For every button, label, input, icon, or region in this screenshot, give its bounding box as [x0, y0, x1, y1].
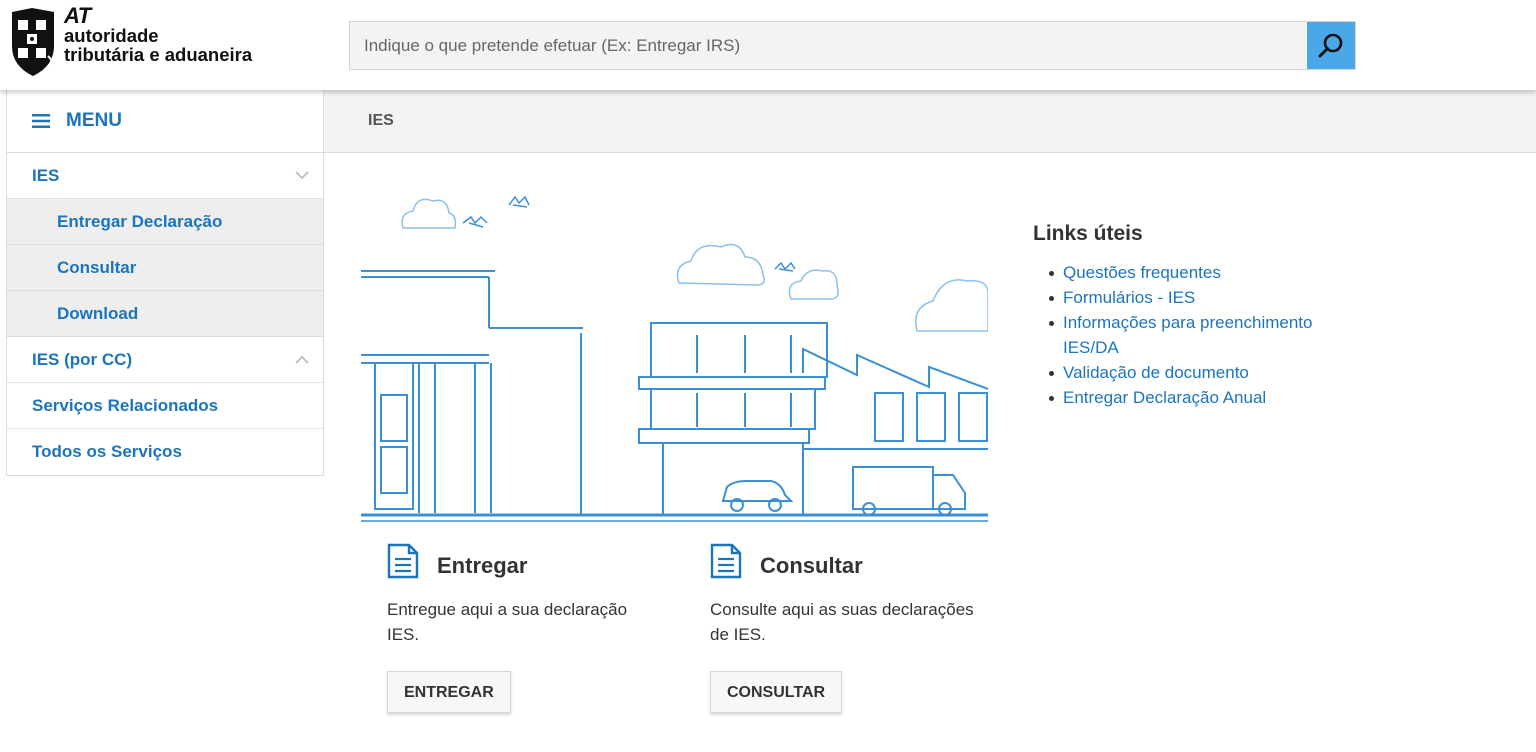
link-informacoes-preenchimento[interactable]: Informações para preenchimento IES/DA [1063, 313, 1312, 357]
sidebar-menu: MENU IES Entregar Declaração Consultar D… [6, 90, 324, 476]
at-logo[interactable]: AT autoridade tributária e aduaneira [8, 3, 253, 78]
document-icon [710, 543, 742, 579]
sidebar-item-label: IES [32, 165, 60, 185]
list-item: Formulários - IES [1049, 285, 1373, 310]
logo-at: AT [64, 3, 91, 28]
card-consultar: Consultar Consulte aqui as suas declaraç… [710, 543, 1000, 713]
list-item: Questões frequentes [1049, 260, 1373, 285]
sidebar-item-label: IES (por CC) [32, 349, 133, 369]
list-item: Validação de documento [1049, 360, 1373, 385]
card-title: Entregar [437, 553, 528, 578]
link-formularios-ies[interactable]: Formulários - IES [1063, 288, 1195, 307]
consultar-button[interactable]: CONSULTAR [710, 671, 843, 713]
card-title: Consultar [760, 553, 863, 578]
link-validacao-documento[interactable]: Validação de documento [1063, 363, 1249, 382]
link-questoes-frequentes[interactable]: Questões frequentes [1063, 263, 1221, 282]
chevron-up-icon [295, 355, 309, 364]
sidebar-subitem-download[interactable]: Download [7, 291, 323, 337]
entregar-button[interactable]: ENTREGAR [387, 671, 511, 713]
city-illustration [361, 195, 988, 522]
logo-text: AT autoridade tributária e aduaneira [64, 3, 253, 65]
list-item: Entregar Declaração Anual [1049, 385, 1373, 410]
logo-line-1: autoridade [64, 25, 159, 46]
chevron-down-icon [295, 171, 309, 180]
sidebar-item-label: Consultar [57, 257, 137, 277]
breadcrumb: IES [323, 90, 1536, 153]
sidebar-item-servicos-relacionados[interactable]: Serviços Relacionados [7, 383, 323, 429]
sidebar-item-ies-por-cc[interactable]: IES (por CC) [7, 337, 323, 383]
list-item: Informações para preenchimento IES/DA [1049, 310, 1343, 360]
useful-links-list: Questões frequentes Formulários - IES In… [1033, 260, 1373, 410]
useful-links-title: Links úteis [1033, 222, 1143, 245]
logo-line-2: tributária e aduaneira [64, 44, 253, 65]
menu-label: MENU [66, 110, 122, 131]
card-description: Consulte aqui as suas declarações de IES… [710, 600, 974, 644]
document-icon [387, 543, 419, 579]
coat-of-arms-icon [12, 8, 55, 76]
sidebar-item-ies[interactable]: IES [7, 153, 323, 199]
useful-links: Links úteis Questões frequentes Formulár… [1033, 222, 1373, 410]
sidebar-subitem-entregar-declaracao[interactable]: Entregar Declaração [7, 199, 323, 245]
sidebar-item-label: Serviços Relacionados [32, 395, 219, 415]
menu-toggle[interactable]: MENU [7, 90, 323, 153]
sidebar-item-label: Download [57, 303, 139, 323]
sidebar-subitem-consultar[interactable]: Consultar [7, 245, 323, 291]
search-icon [1318, 33, 1343, 57]
sidebar-item-label: Todos os Serviços [32, 442, 182, 461]
search-input[interactable] [350, 22, 1307, 69]
link-entregar-declaracao-anual[interactable]: Entregar Declaração Anual [1063, 388, 1266, 407]
card-description: Entregue aqui a sua declaração IES. [387, 600, 628, 644]
sidebar-item-label: Entregar Declaração [57, 211, 223, 231]
hamburger-icon [32, 114, 50, 128]
site-header: AT autoridade tributária e aduaneira [0, 0, 1536, 90]
breadcrumb-current: IES [368, 112, 394, 129]
card-entregar: Entregar Entregue aqui a sua declaração … [387, 543, 677, 713]
search-bar [349, 21, 1356, 70]
search-button[interactable] [1307, 22, 1355, 69]
sidebar-item-todos-os-servicos[interactable]: Todos os Serviços [7, 429, 323, 475]
